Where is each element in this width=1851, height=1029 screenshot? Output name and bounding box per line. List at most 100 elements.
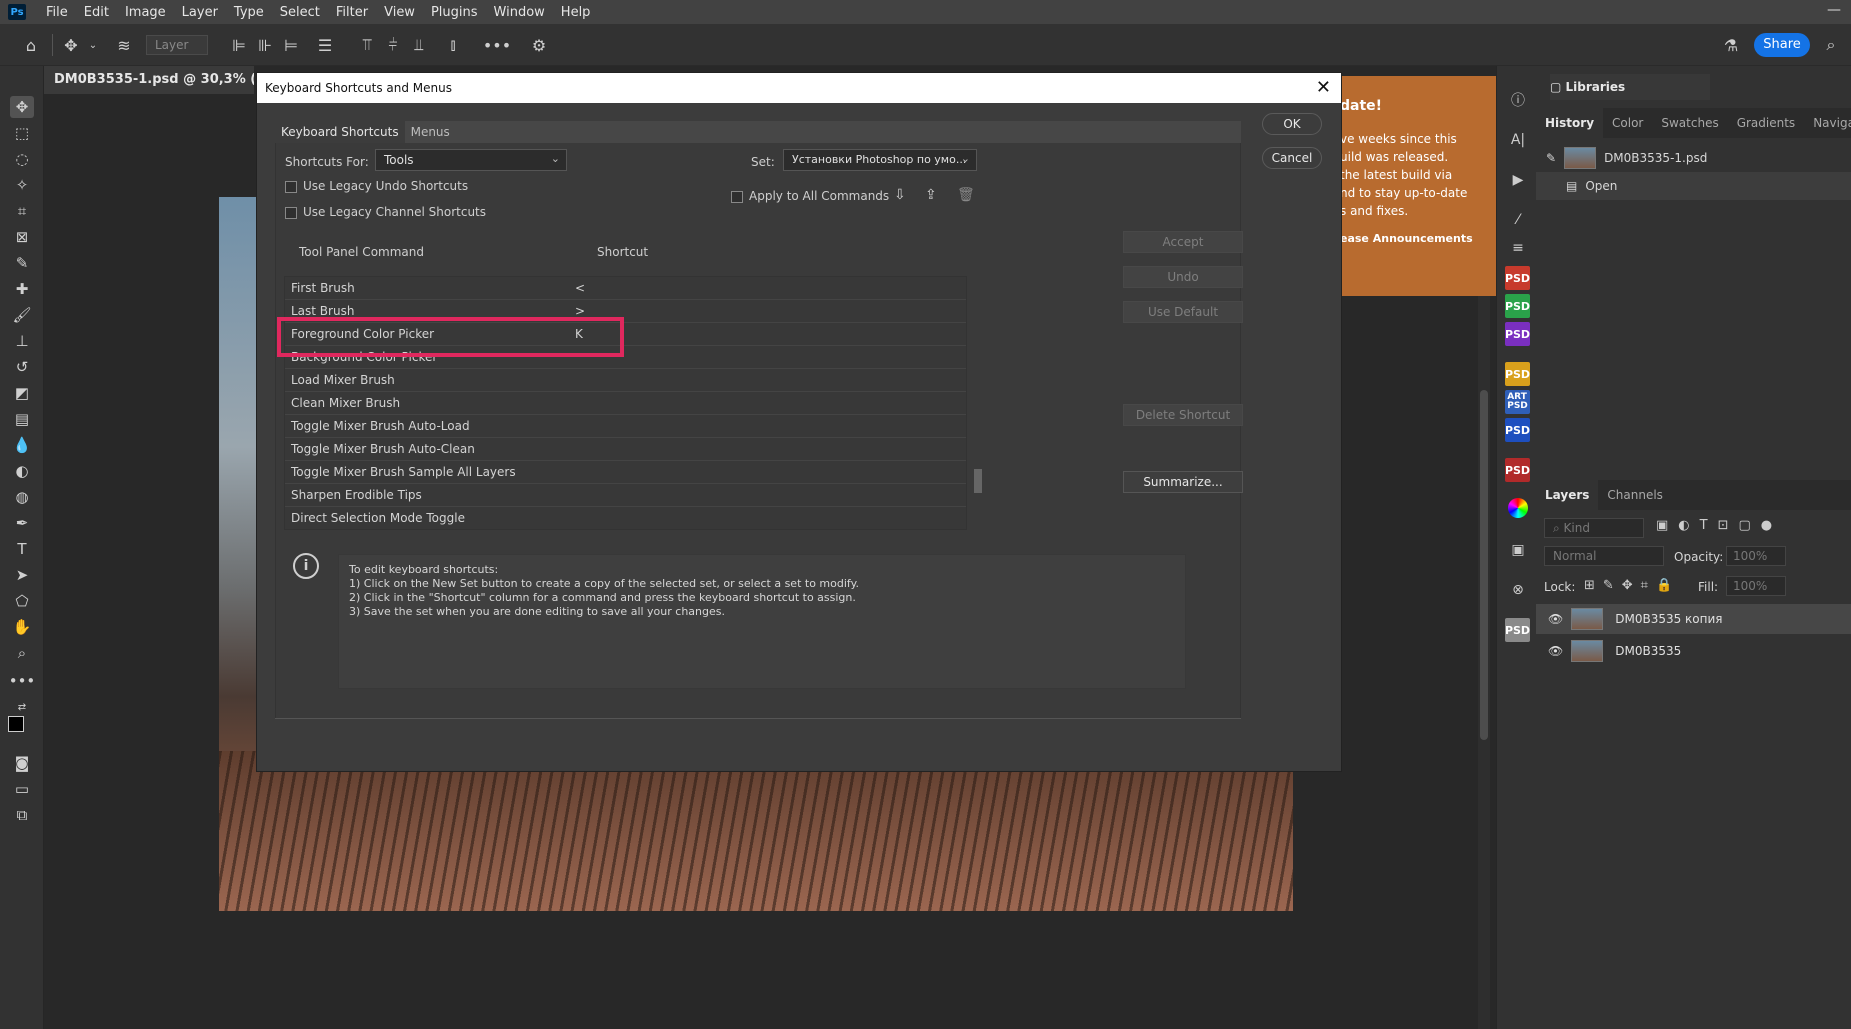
close-icon[interactable]: ✕ [1316,77,1331,98]
color-wheel-icon[interactable] [1508,498,1528,518]
more-icon[interactable]: ••• [483,34,511,56]
foreground-color-swatch[interactable] [8,716,24,732]
menu-file[interactable]: File [38,5,76,20]
new-set-icon[interactable]: ⇪ [925,187,937,203]
layer-row[interactable]: 👁 DM0B3535 копия [1536,604,1851,634]
quick-mask-icon[interactable]: ◙ [10,752,34,774]
use-default-button[interactable]: Use Default [1123,301,1243,323]
pen-tool-icon[interactable]: ✒ [10,512,34,534]
legacy-undo-checkbox[interactable] [285,181,297,193]
menu-layer[interactable]: Layer [174,5,226,20]
layer-select[interactable]: Layer [146,35,208,55]
command-row[interactable]: Toggle Mixer Brush Sample All Layers [285,461,966,484]
summarize-button[interactable]: Summarize... [1123,471,1243,493]
magic-wand-icon[interactable]: ✧ [10,174,34,196]
menu-edit[interactable]: Edit [76,5,117,20]
tab-layers[interactable]: Layers [1536,480,1599,510]
psd-icon[interactable]: PSD [1505,418,1530,442]
accept-button[interactable]: Accept [1123,231,1243,253]
command-shortcut[interactable]: > [575,304,585,318]
move-tool-icon[interactable]: ✥ [10,96,34,118]
command-list-scrollbar[interactable] [971,276,985,530]
legacy-channel-checkbox[interactable] [285,207,297,219]
lasso-tool-icon[interactable]: ◌ [10,148,34,170]
psd-icon[interactable]: PSD [1505,322,1530,346]
scrollbar-thumb[interactable] [1480,390,1488,740]
psd-icon[interactable]: PSD [1505,458,1530,482]
lock-icons[interactable]: ⊞✎✥⌗🔒 [1584,578,1680,593]
scrollbar-thumb[interactable] [974,469,982,493]
undo-button[interactable]: Undo [1123,266,1243,288]
menu-select[interactable]: Select [272,5,328,20]
command-row[interactable]: Direct Selection Mode Toggle [285,507,966,529]
stamp-tool-icon[interactable]: ⊥ [10,330,34,352]
more-tools-icon[interactable]: ••• [9,670,36,692]
type-tool-icon[interactable]: T [10,538,34,560]
history-brush-icon[interactable]: ↺ [10,356,34,378]
gradient-tool-icon[interactable]: ▤ [10,408,34,430]
hand-tool-icon[interactable]: ✋ [10,616,34,638]
command-row[interactable]: Toggle Mixer Brush Auto-Clean [285,438,966,461]
art-psd-icon[interactable]: ART PSD [1505,390,1530,414]
tab-gradients[interactable]: Gradients [1728,108,1804,138]
character-icon[interactable]: A| [1506,128,1530,152]
apply-all-checkbox[interactable] [731,191,743,203]
screen-mode-icon[interactable]: ▭ [10,778,34,800]
layer-kind-filter[interactable]: ⌕ Kind [1544,518,1644,538]
command-row[interactable]: First Brush < [285,277,966,300]
flask-icon[interactable]: ⚗ [1720,34,1742,56]
psd-icon[interactable]: PSD [1505,362,1530,386]
menu-filter[interactable]: Filter [328,5,376,20]
command-row[interactable]: Clean Mixer Brush [285,392,966,415]
set-select[interactable]: Установки Photoshop по умо... ⌄ [783,149,977,171]
distribute-icon[interactable]: ☰ [314,34,336,56]
save-set-icon[interactable]: ⇩ [894,187,906,203]
info-icon[interactable]: ⓘ [1506,88,1530,112]
align-right-icon[interactable]: ⊨ [280,34,302,56]
cancel-button[interactable]: Cancel [1262,147,1322,169]
opacity-field[interactable]: 100% [1726,546,1786,566]
command-row[interactable]: Toggle Mixer Brush Auto-Load [285,415,966,438]
command-row[interactable]: Load Mixer Brush [285,369,966,392]
release-announcements-link[interactable]: ease Announcements [1340,232,1500,245]
image-icon[interactable]: ▣ [1506,538,1530,562]
path-selection-icon[interactable]: ➤ [10,564,34,586]
align-top-icon[interactable]: ⫪ [356,34,378,56]
auto-select-icon[interactable]: ≋ [113,34,135,56]
artboard-icon[interactable]: ⧉ [10,804,34,826]
healing-brush-icon[interactable]: ✚ [10,278,34,300]
zoom-tool-icon[interactable]: ⌕ [10,642,34,664]
command-list[interactable]: First Brush < Last Brush > Foreground Color … [284,276,967,530]
tab-keyboard-shortcuts[interactable]: Keyboard Shortcuts [275,121,405,143]
canvas-scrollbar[interactable] [1478,290,1490,1029]
menu-type[interactable]: Type [226,5,272,20]
move-icon[interactable]: ✥ [60,34,82,56]
command-row[interactable]: Sharpen Erodible Tips [285,484,966,507]
delete-shortcut-button[interactable]: Delete Shortcut [1123,404,1243,426]
blur-tool-icon[interactable]: 💧 [10,434,34,456]
libraries-tab[interactable]: ▢ Libraries [1550,74,1710,100]
document-tab[interactable]: DM0B3535-1.psd @ 30,3% (DM0 [44,66,254,94]
fill-field[interactable]: 100% [1726,576,1786,596]
minimize-icon[interactable]: — [1827,2,1841,18]
blend-mode-select[interactable]: Normal [1544,546,1664,566]
tab-color[interactable]: Color [1603,108,1652,138]
psd-icon[interactable]: PSD [1505,618,1530,642]
align-bottom-icon[interactable]: ⫫ [408,34,430,56]
menu-image[interactable]: Image [117,5,174,20]
crop-tool-icon[interactable]: ⌗ [10,200,34,222]
link-icon[interactable]: ⊗ [1506,578,1530,602]
history-snapshot[interactable]: ✎ DM0B3535-1.psd [1536,144,1851,172]
layer-filter-icons[interactable]: ▣◐T⊡▢● [1656,518,1782,533]
sphere-icon[interactable]: ◍ [10,486,34,508]
eraser-icon[interactable]: ◩ [10,382,34,404]
menu-help[interactable]: Help [553,5,599,20]
align-left-icon[interactable]: ⊫ [228,34,250,56]
ok-button[interactable]: OK [1262,113,1322,135]
tab-swatches[interactable]: Swatches [1652,108,1727,138]
layer-row[interactable]: 👁 DM0B3535 [1536,636,1851,666]
tab-navigator[interactable]: Navigator [1804,108,1851,138]
eyedropper-icon[interactable]: ✎ [10,252,34,274]
menu-view[interactable]: View [376,5,423,20]
chevron-down-icon[interactable]: ⌄ [82,34,104,56]
